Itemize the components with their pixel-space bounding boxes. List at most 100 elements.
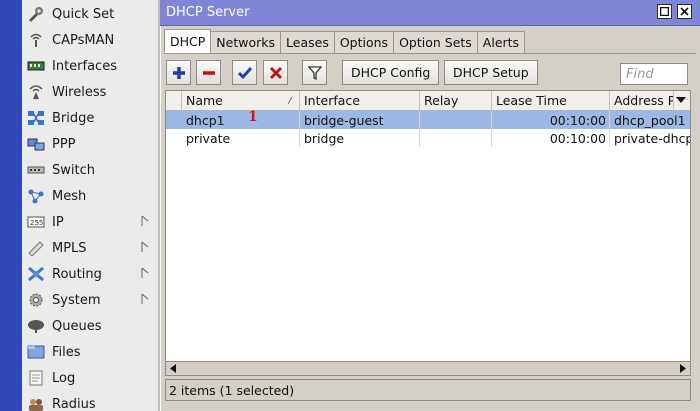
sidebar-item-label: Bridge (52, 110, 95, 126)
cell-interface: bridge-guest (300, 111, 420, 129)
left-vertical-strip (0, 0, 22, 411)
annotation-marker: 1 (248, 109, 258, 125)
radius-icon (26, 396, 46, 411)
filter-button[interactable] (302, 60, 327, 85)
close-button[interactable] (677, 4, 692, 19)
submenu-arrow-icon (141, 267, 149, 278)
sidebar-item-label: PPP (52, 136, 76, 152)
sidebar-item-mesh[interactable]: Mesh (22, 183, 158, 209)
dhcp-server-table: Name Interface Relay Lease Time Address … (165, 90, 691, 362)
sidebar-item-mpls[interactable]: MPLS (22, 235, 158, 261)
submenu-arrow-icon (141, 241, 149, 252)
sidebar-item-queues[interactable]: Queues (22, 313, 158, 339)
cell-interface: bridge (300, 129, 420, 147)
column-menu-button[interactable] (672, 91, 690, 110)
switch-icon (26, 162, 46, 178)
sort-indicator-icon (287, 96, 293, 105)
sidebar-item-wireless[interactable]: Wireless (22, 79, 158, 105)
sidebar-item-bridge[interactable]: Bridge (22, 105, 158, 131)
sidebar-item-label: Log (52, 370, 76, 386)
cell-relay (420, 129, 492, 147)
status-bar: 2 items (1 selected) (165, 379, 691, 401)
bridge-icon (26, 110, 46, 126)
mpls-icon (26, 240, 46, 256)
dhcp-server-window: DHCP Server DHCP Networks Leases Options… (160, 0, 700, 411)
remove-button[interactable] (196, 60, 221, 85)
sidebar-item-label: MPLS (52, 240, 87, 256)
dhcp-config-button[interactable]: DHCP Config (342, 60, 440, 85)
enable-button[interactable] (232, 60, 257, 85)
dhcp-setup-button[interactable]: DHCP Setup (444, 60, 538, 85)
sidebar-item-label: Interfaces (52, 58, 117, 74)
header-name[interactable]: Name (182, 91, 300, 110)
tab-networks[interactable]: Networks (210, 31, 282, 53)
sidebar-item-switch[interactable]: Switch (22, 157, 158, 183)
log-icon (26, 370, 46, 386)
sidebar-item-label: Mesh (52, 188, 87, 204)
cell-name: private (182, 129, 300, 147)
sidebar-item-radius[interactable]: Radius (22, 391, 158, 411)
sidebar-item-label: Switch (52, 162, 95, 178)
sidebar-item-label: Files (52, 344, 81, 360)
table-header: Name Interface Relay Lease Time Address … (166, 91, 690, 111)
header-address-pool[interactable]: Address P (610, 91, 674, 110)
restore-button[interactable] (657, 4, 672, 19)
scroll-left-icon[interactable] (169, 364, 177, 373)
cell-name: dhcp1 (182, 111, 300, 129)
mesh-icon (26, 188, 46, 204)
sidebar-item-ip[interactable]: 255 IP (22, 209, 158, 235)
sidebar-item-label: IP (52, 214, 64, 230)
tab-leases[interactable]: Leases (280, 31, 335, 53)
tab-dhcp[interactable]: DHCP (164, 29, 212, 53)
disable-button[interactable] (263, 60, 288, 85)
sidebar-item-label: Routing (52, 266, 102, 282)
sidebar-item-interfaces[interactable]: Interfaces (22, 53, 158, 79)
window-titlebar[interactable]: DHCP Server (160, 0, 700, 26)
submenu-arrow-icon (141, 215, 149, 226)
minus-icon (202, 70, 215, 75)
find-input[interactable]: Find (620, 63, 688, 85)
interfaces-icon (26, 58, 46, 74)
header-flag-column[interactable] (166, 91, 182, 110)
sidebar-item-label: Quick Set (52, 6, 115, 22)
system-icon (26, 292, 46, 308)
header-interface[interactable]: Interface (300, 91, 420, 110)
routing-icon (26, 266, 46, 282)
tab-alerts[interactable]: Alerts (476, 31, 526, 53)
cell-address-pool: dhcp_pool1 (614, 112, 686, 128)
tab-divider (164, 53, 696, 54)
cell-lease-time: 00:10:00 (492, 129, 610, 147)
add-button[interactable] (166, 60, 191, 85)
sidebar-item-label: Radius (52, 396, 96, 411)
svg-text:255: 255 (30, 219, 43, 227)
ppp-icon (26, 136, 46, 152)
table-row[interactable]: private bridge 00:10:00 private-dhcp (166, 129, 690, 147)
wireless-icon (26, 84, 46, 100)
cell-address-pool: private-dhcp (614, 130, 690, 146)
header-lease-time[interactable]: Lease Time (492, 91, 610, 110)
tab-options[interactable]: Options (333, 31, 395, 53)
ip-icon: 255 (26, 214, 46, 230)
horizontal-scrollbar[interactable] (165, 362, 691, 376)
capsman-icon (26, 32, 46, 48)
sidebar-item-quick-set[interactable]: Quick Set (22, 1, 158, 27)
table-row[interactable]: dhcp1 bridge-guest 00:10:00 dhcp_pool1 (166, 111, 690, 129)
tab-option-sets[interactable]: Option Sets (393, 31, 478, 53)
cell-lease-time: 00:10:00 (492, 111, 610, 129)
sidebar-item-files[interactable]: Files (22, 339, 158, 365)
scroll-right-icon[interactable] (679, 364, 687, 373)
sidebar-item-system[interactable]: System (22, 287, 158, 313)
plus-icon (172, 66, 185, 79)
sidebar-item-log[interactable]: Log (22, 365, 158, 391)
header-relay[interactable]: Relay (420, 91, 492, 110)
sidebar-item-routing[interactable]: Routing (22, 261, 158, 287)
sidebar-item-label: Wireless (52, 84, 107, 100)
sidebar-item-ppp[interactable]: PPP (22, 131, 158, 157)
files-icon (26, 344, 46, 360)
sidebar-item-capsman[interactable]: CAPsMAN (22, 27, 158, 53)
cross-icon (269, 66, 282, 79)
submenu-arrow-icon (141, 293, 149, 304)
window-title: DHCP Server (166, 5, 250, 20)
dropdown-arrow-icon (676, 97, 686, 103)
filter-icon (307, 65, 322, 80)
